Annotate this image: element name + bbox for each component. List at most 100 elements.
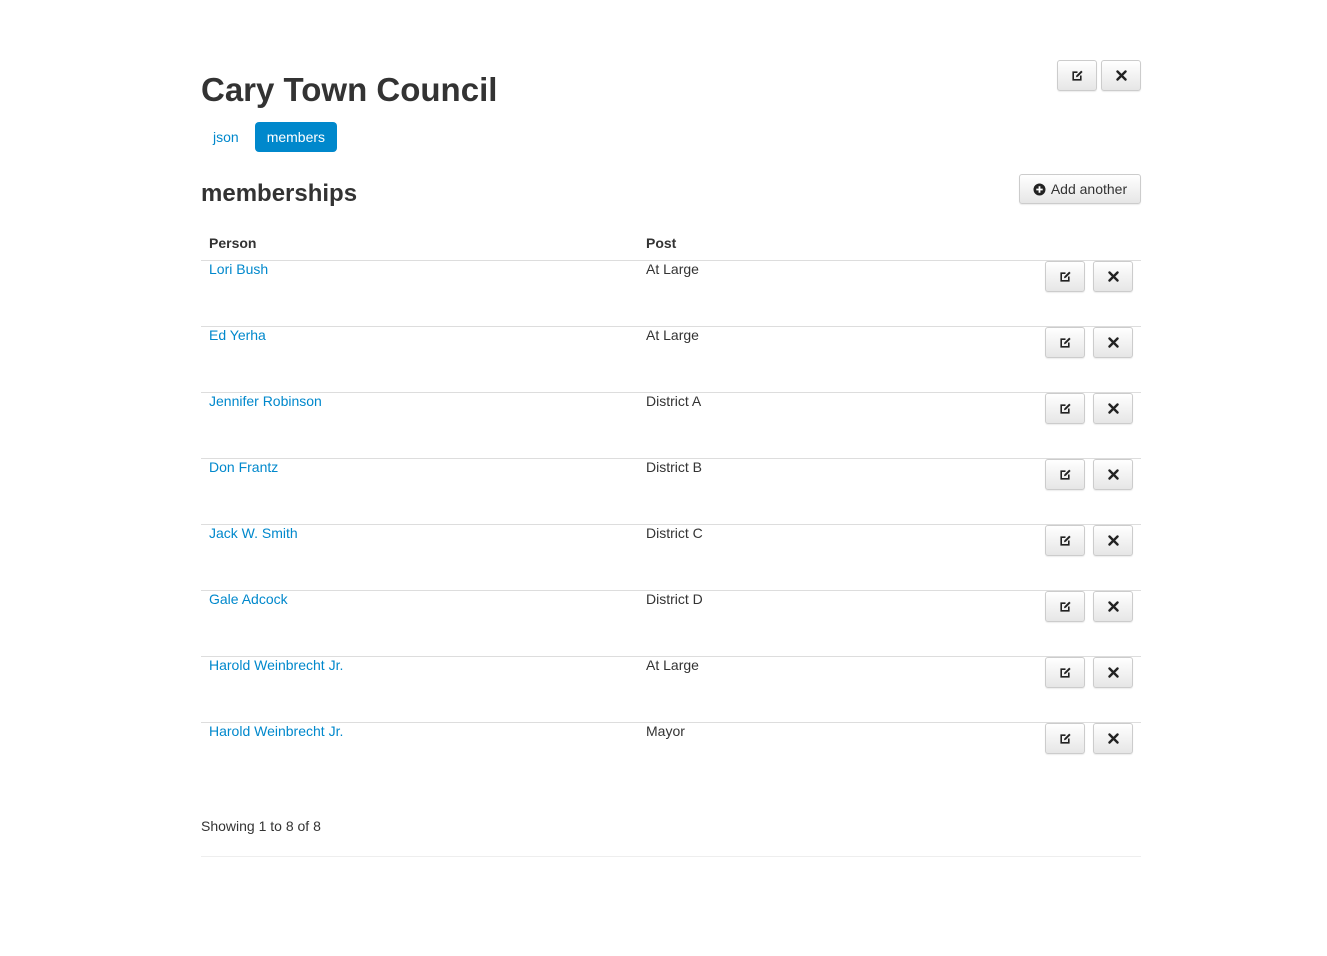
row-actions-cell bbox=[954, 656, 1141, 723]
person-cell: Gale Adcock bbox=[201, 590, 638, 657]
add-another-label: Add another bbox=[1050, 181, 1128, 197]
table-header-row: Person Post bbox=[201, 226, 1141, 261]
person-link[interactable]: Harold Weinbrecht Jr. bbox=[209, 657, 343, 673]
post-cell: At Large bbox=[638, 656, 954, 723]
post-cell: At Large bbox=[638, 326, 954, 393]
post-cell: District C bbox=[638, 524, 954, 591]
column-header-post: Post bbox=[638, 226, 954, 261]
person-cell: Jennifer Robinson bbox=[201, 392, 638, 459]
add-another-button[interactable]: Add another bbox=[1019, 174, 1141, 204]
person-link[interactable]: Harold Weinbrecht Jr. bbox=[209, 723, 343, 739]
delete-row-button[interactable] bbox=[1093, 459, 1133, 490]
person-cell: Don Frantz bbox=[201, 458, 638, 525]
person-cell: Ed Yerha bbox=[201, 326, 638, 393]
table-row: Ed Yerha At Large bbox=[201, 326, 1141, 393]
column-header-actions bbox=[954, 226, 1141, 261]
edit-icon bbox=[1059, 403, 1071, 415]
edit-button[interactable] bbox=[1057, 60, 1097, 91]
row-actions bbox=[962, 525, 1133, 556]
post-cell: District B bbox=[638, 458, 954, 525]
close-icon bbox=[1107, 667, 1119, 678]
edit-row-button[interactable] bbox=[1045, 393, 1085, 424]
edit-row-button[interactable] bbox=[1045, 261, 1085, 292]
table-row: Gale Adcock District D bbox=[201, 590, 1141, 657]
close-icon bbox=[1107, 601, 1119, 612]
section-title: memberships bbox=[201, 180, 358, 207]
table-row: Jack W. Smith District C bbox=[201, 524, 1141, 591]
table-row: Harold Weinbrecht Jr. At Large bbox=[201, 656, 1141, 723]
row-actions-cell bbox=[954, 722, 1141, 789]
row-actions-cell bbox=[954, 524, 1141, 591]
tab-members[interactable]: members bbox=[254, 122, 338, 152]
row-actions-cell bbox=[954, 326, 1141, 393]
person-link[interactable]: Jack W. Smith bbox=[209, 525, 298, 541]
edit-icon bbox=[1059, 667, 1071, 679]
edit-icon bbox=[1059, 271, 1071, 283]
edit-row-button[interactable] bbox=[1045, 657, 1085, 688]
row-actions bbox=[962, 591, 1133, 622]
person-link[interactable]: Lori Bush bbox=[209, 261, 268, 277]
memberships-table: Person Post Lori Bush At Large Ed Yerha At … bbox=[201, 226, 1141, 789]
delete-row-button[interactable] bbox=[1093, 525, 1133, 556]
delete-row-button[interactable] bbox=[1093, 657, 1133, 688]
edit-icon bbox=[1059, 469, 1071, 481]
row-actions-cell bbox=[954, 260, 1141, 327]
edit-row-button[interactable] bbox=[1045, 723, 1085, 754]
edit-icon bbox=[1059, 733, 1071, 745]
plus-circle-icon bbox=[1033, 183, 1046, 196]
edit-icon bbox=[1071, 70, 1083, 82]
table-row: Harold Weinbrecht Jr. Mayor bbox=[201, 722, 1141, 789]
edit-icon bbox=[1059, 535, 1071, 547]
close-icon bbox=[1115, 70, 1127, 81]
delete-row-button[interactable] bbox=[1093, 327, 1133, 358]
post-cell: District D bbox=[638, 590, 954, 657]
close-icon bbox=[1107, 535, 1119, 546]
close-icon bbox=[1107, 271, 1119, 282]
person-cell: Jack W. Smith bbox=[201, 524, 638, 591]
post-cell: At Large bbox=[638, 260, 954, 327]
column-header-person: Person bbox=[201, 226, 638, 261]
close-icon bbox=[1107, 337, 1119, 348]
row-actions-cell bbox=[954, 458, 1141, 525]
row-actions-cell bbox=[954, 590, 1141, 657]
tab-json[interactable]: json bbox=[201, 122, 251, 152]
page-actions bbox=[1057, 60, 1141, 91]
edit-row-button[interactable] bbox=[1045, 525, 1085, 556]
person-link[interactable]: Jennifer Robinson bbox=[209, 393, 322, 409]
person-link[interactable]: Ed Yerha bbox=[209, 327, 266, 343]
row-actions-cell bbox=[954, 392, 1141, 459]
row-actions bbox=[962, 657, 1133, 688]
table-body: Lori Bush At Large Ed Yerha At Large Jennife… bbox=[201, 260, 1141, 789]
post-cell: District A bbox=[638, 392, 954, 459]
row-actions bbox=[962, 327, 1133, 358]
pagination-summary: Showing 1 to 8 of 8 bbox=[201, 818, 321, 834]
table-row: Lori Bush At Large bbox=[201, 260, 1141, 327]
delete-row-button[interactable] bbox=[1093, 591, 1133, 622]
row-actions bbox=[962, 459, 1133, 490]
person-link[interactable]: Gale Adcock bbox=[209, 591, 288, 607]
delete-row-button[interactable] bbox=[1093, 393, 1133, 424]
page-title: Cary Town Council bbox=[201, 71, 498, 108]
table-row: Jennifer Robinson District A bbox=[201, 392, 1141, 459]
edit-row-button[interactable] bbox=[1045, 459, 1085, 490]
edit-row-button[interactable] bbox=[1045, 327, 1085, 358]
close-icon bbox=[1107, 733, 1119, 744]
person-cell: Harold Weinbrecht Jr. bbox=[201, 722, 638, 789]
person-cell: Harold Weinbrecht Jr. bbox=[201, 656, 638, 723]
delete-button[interactable] bbox=[1101, 60, 1141, 91]
edit-icon bbox=[1059, 601, 1071, 613]
delete-row-button[interactable] bbox=[1093, 261, 1133, 292]
tab-bar: json members bbox=[201, 122, 338, 152]
row-actions bbox=[962, 261, 1133, 292]
close-icon bbox=[1107, 403, 1119, 414]
delete-row-button[interactable] bbox=[1093, 723, 1133, 754]
post-cell: Mayor bbox=[638, 722, 954, 789]
person-link[interactable]: Don Frantz bbox=[209, 459, 278, 475]
person-cell: Lori Bush bbox=[201, 260, 638, 327]
edit-row-button[interactable] bbox=[1045, 591, 1085, 622]
edit-icon bbox=[1059, 337, 1071, 349]
row-actions bbox=[962, 393, 1133, 424]
footer-divider bbox=[201, 856, 1141, 857]
table-row: Don Frantz District B bbox=[201, 458, 1141, 525]
close-icon bbox=[1107, 469, 1119, 480]
